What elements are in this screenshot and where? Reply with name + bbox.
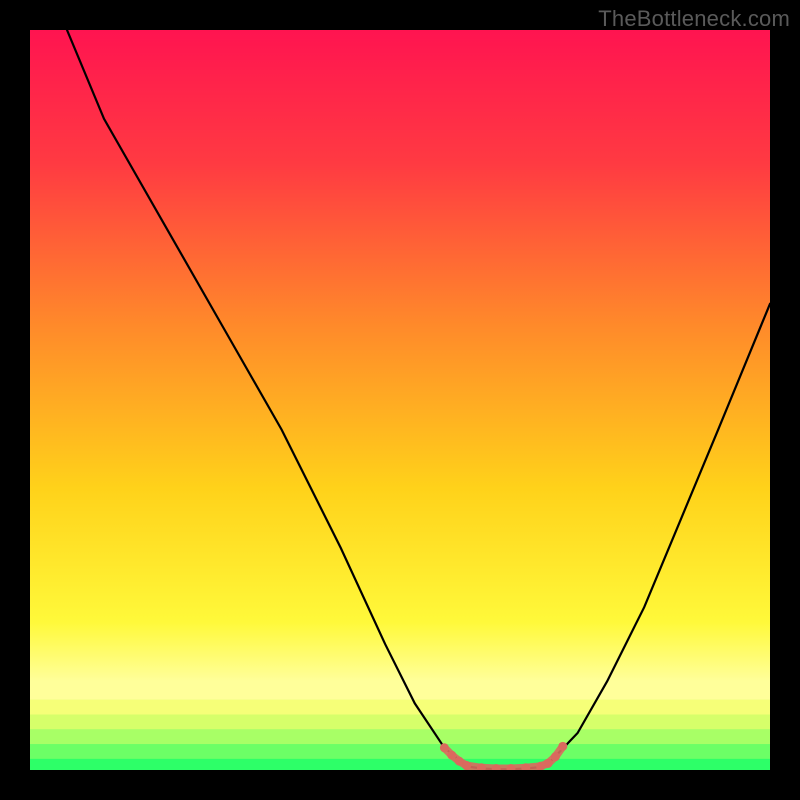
watermark-text: TheBottleneck.com — [598, 6, 790, 32]
plot-area — [30, 30, 770, 770]
chart-frame: TheBottleneck.com — [0, 0, 800, 800]
background-gradient — [30, 30, 770, 770]
